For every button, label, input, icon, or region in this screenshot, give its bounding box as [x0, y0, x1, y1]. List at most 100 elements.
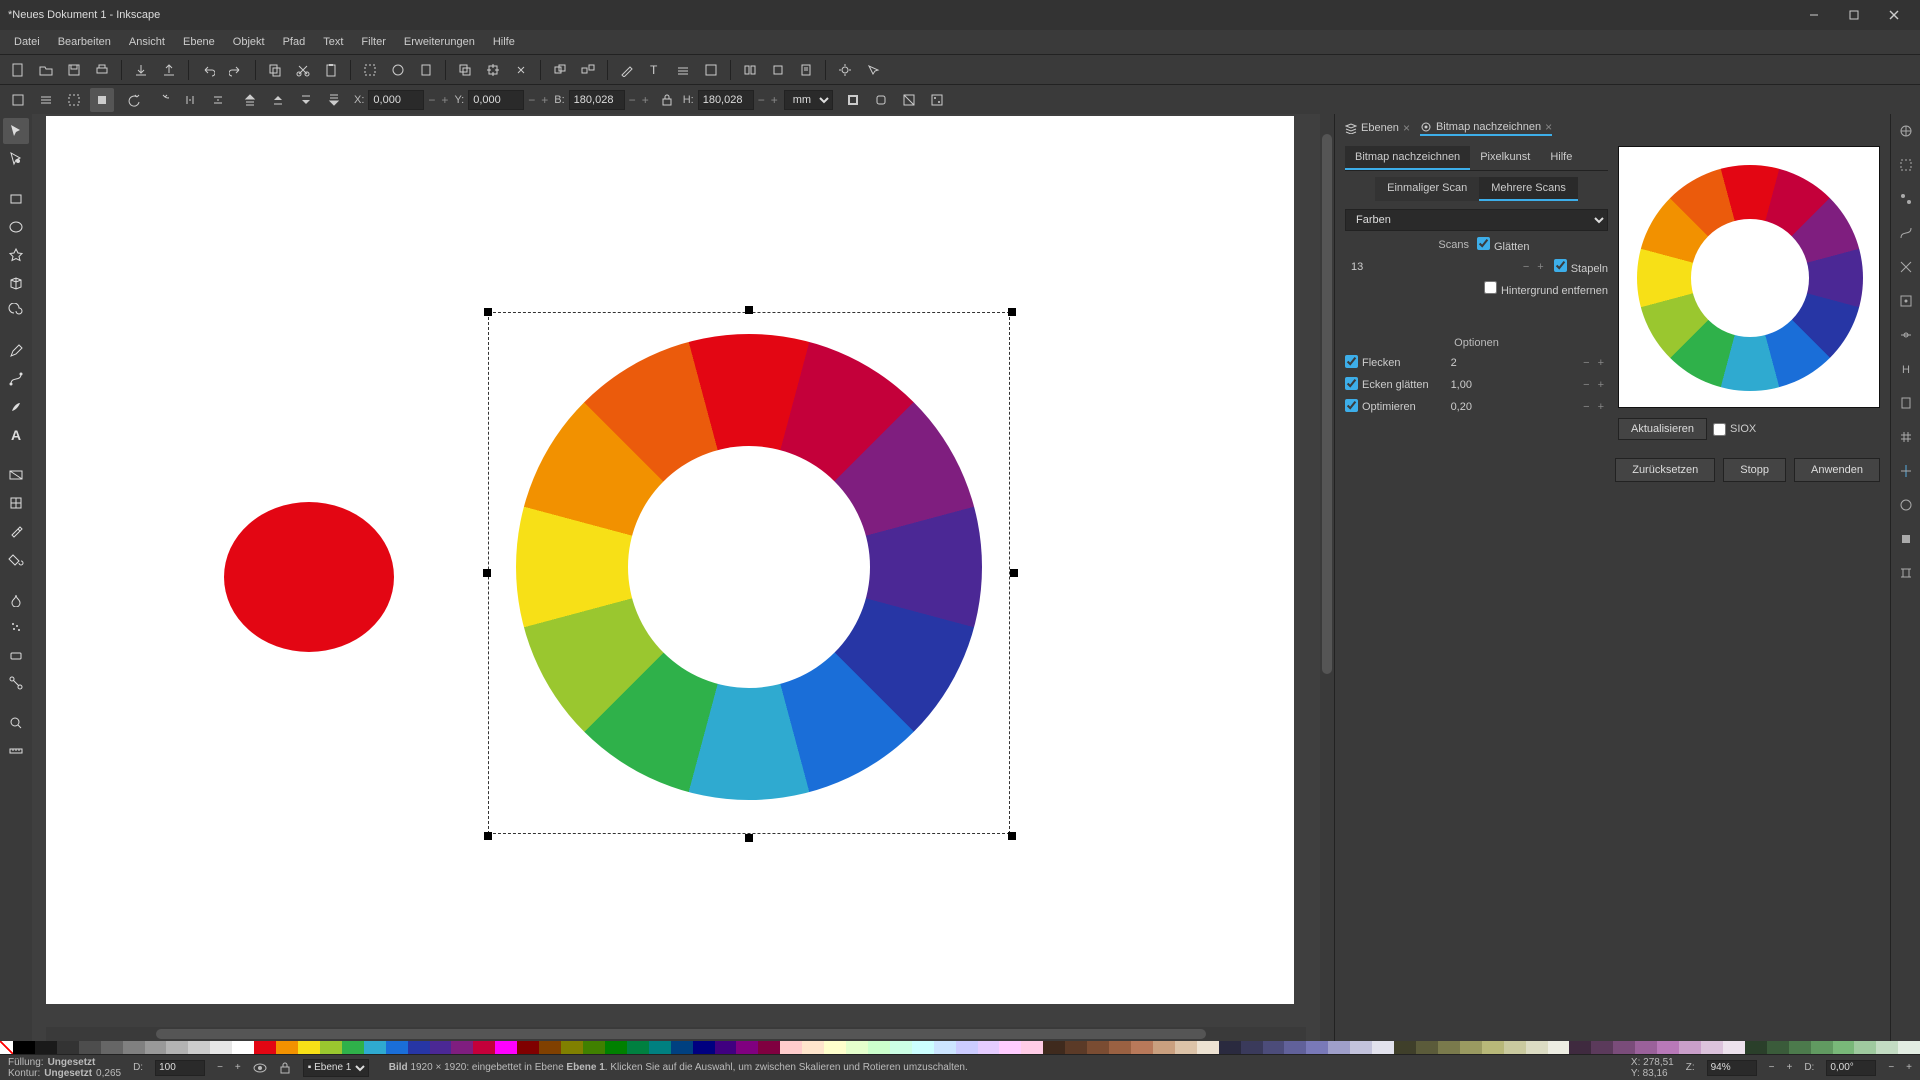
- dropper-tool[interactable]: [3, 518, 29, 544]
- swatch[interactable]: [1548, 1041, 1570, 1054]
- sub-tab-multi[interactable]: Mehrere Scans: [1479, 177, 1578, 201]
- swatch[interactable]: [605, 1041, 627, 1054]
- swatch[interactable]: [1438, 1041, 1460, 1054]
- dock-tab-layers[interactable]: Ebenen ×: [1345, 120, 1410, 136]
- spiral-tool[interactable]: [3, 298, 29, 324]
- swatch[interactable]: [101, 1041, 123, 1054]
- raise-top-button[interactable]: [238, 88, 262, 112]
- reset-button[interactable]: Zurücksetzen: [1615, 458, 1715, 482]
- corners-inc[interactable]: +: [1594, 379, 1608, 391]
- fill-stroke-button[interactable]: [615, 58, 639, 82]
- swatch[interactable]: [671, 1041, 693, 1054]
- x-inc[interactable]: +: [439, 93, 450, 107]
- swatch[interactable]: [583, 1041, 605, 1054]
- swatch[interactable]: [1109, 1041, 1131, 1054]
- snap-guide-icon[interactable]: [1895, 460, 1917, 482]
- unit-select[interactable]: mm: [784, 90, 833, 110]
- layers-dialog-button[interactable]: [671, 58, 695, 82]
- menu-view[interactable]: Ansicht: [121, 33, 173, 51]
- zoom-selection-button[interactable]: [358, 58, 382, 82]
- swatch[interactable]: [276, 1041, 298, 1054]
- speckles-checkbox[interactable]: [1345, 355, 1362, 371]
- rotate-ccw-button[interactable]: [122, 88, 146, 112]
- menu-layer[interactable]: Ebene: [175, 33, 223, 51]
- zoom-drawing-button[interactable]: [386, 58, 410, 82]
- gradient-tool[interactable]: [3, 462, 29, 488]
- menu-filter[interactable]: Filter: [353, 33, 393, 51]
- lower-bottom-button[interactable]: [322, 88, 346, 112]
- snap-rotation-icon[interactable]: [1895, 494, 1917, 516]
- dock-tab-trace[interactable]: Bitmap nachzeichnen ×: [1420, 120, 1552, 136]
- y-input[interactable]: [468, 90, 524, 110]
- layer-lock-icon[interactable]: [279, 1062, 291, 1074]
- close-button[interactable]: [1876, 3, 1912, 27]
- trace-mode-select[interactable]: Farben: [1345, 209, 1608, 231]
- swatch[interactable]: [13, 1041, 35, 1054]
- deselect-button[interactable]: [62, 88, 86, 112]
- selection-handle-nw[interactable]: [484, 308, 492, 316]
- selector-tool[interactable]: [3, 118, 29, 144]
- menu-path[interactable]: Pfad: [275, 33, 314, 51]
- bezier-tool[interactable]: [3, 366, 29, 392]
- swatch[interactable]: [1591, 1041, 1613, 1054]
- import-button[interactable]: [129, 58, 153, 82]
- selection-handle-w[interactable]: [483, 569, 491, 577]
- input-devices-button[interactable]: [861, 58, 885, 82]
- save-button[interactable]: [62, 58, 86, 82]
- copy-button[interactable]: [263, 58, 287, 82]
- swatch[interactable]: [1723, 1041, 1745, 1054]
- optimize-inc[interactable]: +: [1594, 401, 1608, 413]
- h-dec[interactable]: −: [756, 93, 767, 107]
- selection-handle-e[interactable]: [1010, 569, 1018, 577]
- snap-toggle-icon[interactable]: [1895, 120, 1917, 142]
- text-tool[interactable]: A: [3, 422, 29, 448]
- maximize-button[interactable]: [1836, 3, 1872, 27]
- removebg-checkbox[interactable]: Hintergrund entfernen: [1484, 281, 1608, 297]
- measure-tool[interactable]: [3, 738, 29, 764]
- sub-tab-single[interactable]: Einmaliger Scan: [1375, 177, 1479, 201]
- swatch[interactable]: [1328, 1041, 1350, 1054]
- swatch[interactable]: [298, 1041, 320, 1054]
- calligraphy-tool[interactable]: [3, 394, 29, 420]
- swatch[interactable]: [1657, 1041, 1679, 1054]
- vertical-scrollbar[interactable]: [1320, 114, 1334, 1041]
- new-button[interactable]: [6, 58, 30, 82]
- trace-tab-trace[interactable]: Bitmap nachzeichnen: [1345, 146, 1470, 170]
- swatch[interactable]: [1679, 1041, 1701, 1054]
- scans-value[interactable]: 13: [1345, 261, 1385, 273]
- clone-button[interactable]: [481, 58, 505, 82]
- mesh-tool[interactable]: [3, 490, 29, 516]
- swatch[interactable]: [1569, 1041, 1591, 1054]
- swatch[interactable]: [868, 1041, 890, 1054]
- spray-tool[interactable]: [3, 614, 29, 640]
- snap-bbox-icon[interactable]: [1895, 154, 1917, 176]
- snap-page-icon[interactable]: [1895, 392, 1917, 414]
- speckles-value[interactable]: 2: [1451, 357, 1491, 369]
- affect-pattern-button[interactable]: [925, 88, 949, 112]
- affect-stroke-button[interactable]: [841, 88, 865, 112]
- opacity-input[interactable]: [155, 1060, 205, 1076]
- close-layers-tab[interactable]: ×: [1403, 121, 1410, 135]
- stack-checkbox[interactable]: Stapeln: [1554, 259, 1608, 275]
- swatch[interactable]: [1197, 1041, 1219, 1054]
- print-button[interactable]: [90, 58, 114, 82]
- affect-gradient-button[interactable]: [897, 88, 921, 112]
- swatch[interactable]: [780, 1041, 802, 1054]
- snap-path-icon[interactable]: [1895, 222, 1917, 244]
- swatch[interactable]: [1131, 1041, 1153, 1054]
- flip-v-button[interactable]: [206, 88, 230, 112]
- open-button[interactable]: [34, 58, 58, 82]
- swatch[interactable]: [715, 1041, 737, 1054]
- node-tool[interactable]: [3, 146, 29, 172]
- swatch[interactable]: [57, 1041, 79, 1054]
- speckles-dec[interactable]: −: [1579, 357, 1593, 369]
- swatch[interactable]: [1394, 1041, 1416, 1054]
- swatch[interactable]: [210, 1041, 232, 1054]
- h-scroll-thumb[interactable]: [156, 1029, 1206, 1039]
- swatch[interactable]: [408, 1041, 430, 1054]
- swatch[interactable]: [1306, 1041, 1328, 1054]
- swatch[interactable]: [1811, 1041, 1833, 1054]
- rot-inc[interactable]: +: [1906, 1062, 1912, 1073]
- zoom-inc[interactable]: +: [1786, 1062, 1792, 1073]
- selection-handle-ne[interactable]: [1008, 308, 1016, 316]
